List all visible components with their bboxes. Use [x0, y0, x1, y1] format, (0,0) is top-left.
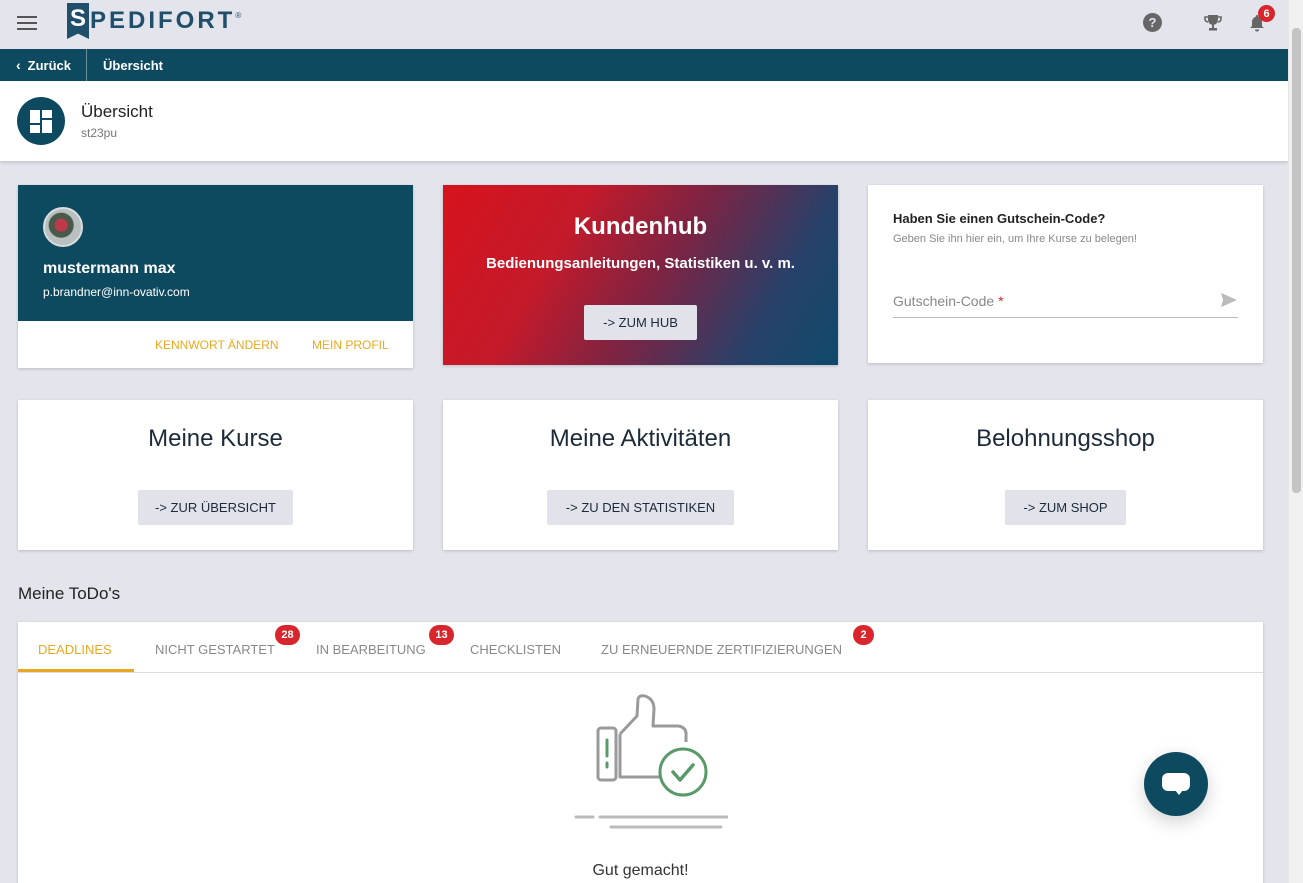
to-shop-button[interactable]: -> ZUM SHOP [1005, 490, 1126, 525]
my-courses-card: Meine Kurse -> ZUR ÜBERSICHT [18, 400, 413, 550]
chat-button[interactable] [1144, 752, 1208, 816]
in-progress-badge: 13 [429, 625, 454, 645]
to-overview-button[interactable]: -> ZUR ÜBERSICHT [138, 490, 293, 525]
send-icon[interactable] [1220, 292, 1238, 308]
notification-badge: 6 [1258, 5, 1275, 22]
profile-header: mustermann max p.brandner@inn-ovativ.com [18, 185, 413, 321]
hub-title: Kundenhub [573, 213, 708, 240]
scrollbar[interactable] [1288, 0, 1303, 883]
profile-name: mustermann max [43, 260, 176, 277]
thumbs-up-check-icon [574, 694, 728, 829]
scrollbar-thumb[interactable] [1292, 28, 1301, 493]
back-label: Zurück [27, 57, 72, 73]
top-bar: S PEDIFORT ® ? 6 [0, 0, 1288, 49]
required-mark: * [998, 293, 1004, 309]
change-password-button[interactable]: Kennwort ändern [155, 338, 279, 352]
reward-shop-title: Belohnungsshop [976, 425, 1155, 452]
active-tab-indicator [18, 669, 134, 672]
page-subtitle: st23pu [81, 126, 118, 140]
page-title: Übersicht [81, 102, 153, 121]
todos-panel: Deadlines Nicht gestartet 28 In Bearbeit… [18, 622, 1263, 883]
voucher-title: Haben Sie einen Gutschein-Code? [893, 211, 1106, 226]
trophy-icon[interactable] [1203, 13, 1223, 33]
logo-registered-mark: ® [235, 11, 242, 20]
reward-shop-card: Belohnungsshop -> ZUM SHOP [868, 400, 1263, 550]
profile-card: mustermann max p.brandner@inn-ovativ.com… [18, 185, 413, 368]
help-icon[interactable]: ? [1143, 13, 1162, 32]
back-button[interactable]: ‹ Zurück [0, 49, 88, 81]
tab-renew-certifications[interactable]: Zu erneuernde Zertifizierungen [601, 642, 842, 657]
renew-certifications-badge: 2 [853, 625, 874, 645]
breadcrumb-current: Übersicht [103, 57, 163, 73]
page-header: Übersicht st23pu [0, 81, 1288, 161]
logo-letter: S [67, 3, 89, 39]
profile-email: p.brandner@inn-ovativ.com [43, 285, 190, 299]
avatar[interactable] [43, 207, 83, 247]
my-activities-title: Meine Aktivitäten [549, 425, 732, 452]
chat-bubble-icon [1162, 773, 1190, 791]
voucher-field-label: Gutschein-Code [893, 293, 995, 309]
to-hub-button[interactable]: -> ZUM HUB [584, 305, 697, 340]
logo-text: PEDIFORT [90, 7, 236, 34]
customer-hub-card: Kundenhub Bedienungsanleitungen, Statist… [443, 185, 838, 365]
menu-icon[interactable] [17, 16, 37, 32]
my-profile-button[interactable]: Mein Profil [312, 338, 389, 352]
tab-not-started[interactable]: Nicht gestartet [155, 642, 275, 657]
nav-bar: ‹ Zurück Übersicht [0, 49, 1288, 81]
voucher-field[interactable]: Gutschein-Code * [893, 293, 1004, 309]
empty-state-message: Gut gemacht! [592, 862, 689, 879]
chat-bubble-tail [1175, 790, 1183, 795]
not-started-badge: 28 [275, 625, 300, 645]
to-statistics-button[interactable]: -> ZU DEN STATISTIKEN [547, 490, 734, 525]
tab-checklists[interactable]: Checklisten [470, 642, 561, 657]
dashboard-icon [17, 97, 65, 145]
voucher-subtitle: Geben Sie ihn hier ein, um Ihre Kurse zu… [893, 233, 1137, 245]
todo-tabs: Deadlines Nicht gestartet 28 In Bearbeit… [18, 622, 1263, 673]
voucher-card: Haben Sie einen Gutschein-Code? Geben Si… [868, 185, 1263, 363]
chevron-left-icon: ‹ [16, 57, 21, 73]
tab-in-progress[interactable]: In Bearbeitung [316, 642, 426, 657]
my-courses-title: Meine Kurse [148, 425, 283, 452]
my-activities-card: Meine Aktivitäten -> ZU DEN STATISTIKEN [443, 400, 838, 550]
tab-deadlines[interactable]: Deadlines [38, 642, 112, 657]
todos-section-title: Meine ToDo's [18, 584, 121, 603]
hub-subtitle: Bedienungsanleitungen, Statistiken u. v.… [486, 255, 795, 272]
spedifort-logo[interactable]: S PEDIFORT ® [67, 3, 241, 41]
voucher-field-underline [893, 317, 1238, 318]
